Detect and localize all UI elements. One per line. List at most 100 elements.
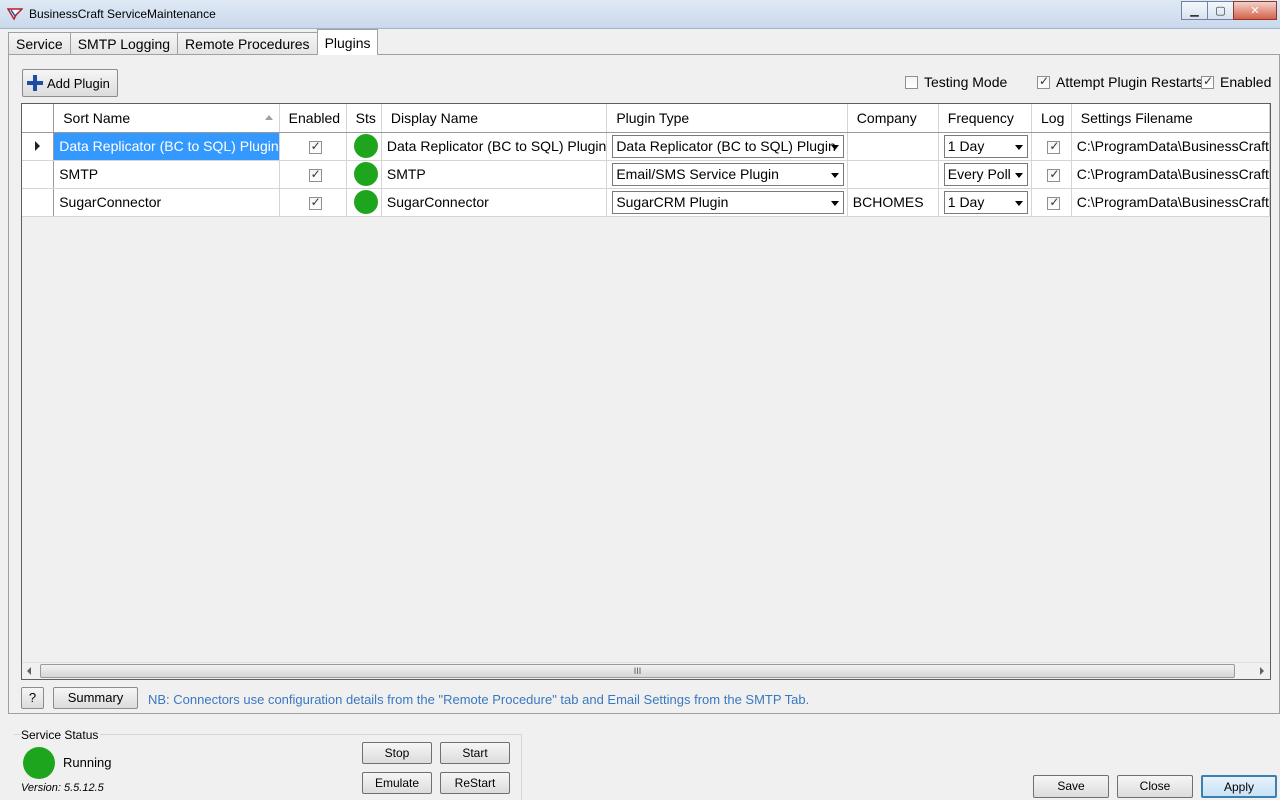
frequency-dropdown[interactable]: 1 Day [943,190,1029,214]
row-log-checkbox[interactable] [1047,139,1061,154]
stop-button[interactable]: Stop [362,742,432,764]
column-header-status[interactable]: Sts [346,104,382,133]
row-header[interactable] [22,132,55,161]
plugin-type-cell[interactable]: Data Replicator (BC to SQL) Plugin [606,132,848,161]
scroll-left-icon[interactable] [27,667,31,675]
frequency-cell[interactable]: 1 Day [938,188,1033,217]
enabled-label: Enabled [1220,74,1272,90]
emulate-button[interactable]: Emulate [362,772,432,794]
dropdown-arrow-icon [1015,172,1024,178]
display-name-cell[interactable]: SMTP [381,160,608,189]
status-indicator-icon [354,134,379,158]
add-plugin-button[interactable]: Add Plugin [22,69,118,97]
row-log-checkbox[interactable] [1047,167,1061,182]
row-log-checkbox[interactable] [1047,195,1061,210]
scrollbar-thumb[interactable]: III [40,664,1235,678]
horizontal-scrollbar[interactable]: III [22,662,1270,679]
plugin-type-cell[interactable]: SugarCRM Plugin [606,188,848,217]
status-cell [346,160,382,189]
minimize-button[interactable]: ▁ [1181,1,1208,20]
save-button[interactable]: Save [1033,775,1109,798]
display-name-cell[interactable]: SugarConnector [381,188,608,217]
enabled-checkbox[interactable] [1201,74,1214,89]
column-header-settings-filename[interactable]: Settings Filename [1071,104,1270,133]
plugin-type-dropdown[interactable]: SugarCRM Plugin [612,190,844,214]
plugins-grid[interactable]: Sort Name Enabled Sts Display Name Plugi… [21,103,1271,680]
frequency-cell[interactable]: Every Poll [938,160,1033,189]
maximize-button[interactable]: ▢ [1207,1,1234,20]
enabled-cell[interactable] [279,132,347,161]
close-window-button[interactable]: ✕ [1233,1,1277,20]
column-header-company[interactable]: Company [847,104,939,133]
maximize-icon: ▢ [1215,5,1226,17]
add-plugin-label: Add Plugin [47,75,110,91]
column-header-plugin-type[interactable]: Plugin Type [606,104,848,133]
settings-filename-cell[interactable]: C:\ProgramData\BusinessCraft [1071,160,1270,189]
tab-service[interactable]: Service [8,32,71,55]
status-cell [346,132,382,161]
sort-name-cell[interactable]: Data Replicator (BC to SQL) Plugin [53,132,280,161]
start-button[interactable]: Start [440,742,510,764]
apply-button[interactable]: Apply [1201,775,1277,798]
row-enabled-checkbox[interactable] [308,167,322,182]
attempt-restarts-checkbox[interactable] [1037,74,1050,89]
dropdown-arrow-icon [1015,144,1024,150]
plugin-type-dropdown[interactable]: Email/SMS Service Plugin [612,162,844,186]
testing-mode-label: Testing Mode [924,74,1008,90]
enabled-cell[interactable] [279,160,347,189]
settings-filename-cell[interactable]: C:\ProgramData\BusinessCraft [1071,188,1270,217]
summary-button[interactable]: Summary [53,687,138,709]
column-header-display-name[interactable]: Display Name [381,104,608,133]
scroll-right-icon[interactable] [1260,667,1264,675]
testing-mode-checkbox[interactable] [905,75,918,89]
frequency-cell[interactable]: 1 Day [938,132,1033,161]
column-header-sort-name[interactable]: Sort Name [53,104,280,133]
tab-remote-procedures[interactable]: Remote Procedures [177,32,318,55]
frequency-dropdown[interactable]: Every Poll [943,162,1029,186]
table-row[interactable]: SugarConnector SugarConnector SugarCRM P… [22,188,1270,217]
plus-icon [27,75,43,91]
table-row[interactable]: Data Replicator (BC to SQL) Plugin Data … [22,132,1270,161]
service-status-indicator-icon [23,747,55,779]
sort-name-cell[interactable]: SMTP [53,160,280,189]
frequency-dropdown[interactable]: 1 Day [943,134,1029,158]
row-header[interactable] [22,188,55,217]
close-button[interactable]: Close [1117,775,1193,798]
row-enabled-checkbox[interactable] [308,139,322,154]
plugin-type-dropdown[interactable]: Data Replicator (BC to SQL) Plugin [612,134,844,158]
window-title: BusinessCraft ServiceMaintenance [29,7,216,21]
tab-strip: Service SMTP Logging Remote Procedures P… [8,29,379,55]
enabled-option[interactable]: Enabled [1201,74,1271,90]
row-enabled-checkbox[interactable] [308,195,322,210]
log-cell[interactable] [1031,132,1072,161]
status-indicator-icon [354,162,379,186]
attempt-restarts-option[interactable]: Attempt Plugin Restarts [1037,74,1203,90]
app-icon [7,8,23,21]
sort-name-cell[interactable]: SugarConnector [53,188,280,217]
column-header-frequency[interactable]: Frequency [938,104,1033,133]
table-row[interactable]: SMTP SMTP Email/SMS Service Plugin Every… [22,160,1270,189]
company-cell[interactable] [847,132,939,161]
grid-body: Sort Name Enabled Sts Display Name Plugi… [22,104,1270,664]
tab-smtp-logging[interactable]: SMTP Logging [69,32,179,55]
help-button[interactable]: ? [21,687,44,709]
restart-button[interactable]: ReStart [440,772,510,794]
display-name-cell[interactable]: Data Replicator (BC to SQL) Plugin [381,132,608,161]
settings-filename-cell[interactable]: C:\ProgramData\BusinessCraft [1071,132,1270,161]
dropdown-arrow-icon [830,172,839,178]
column-header-enabled[interactable]: Enabled [279,104,347,133]
log-cell[interactable] [1031,188,1072,217]
row-header[interactable] [22,160,55,189]
testing-mode-option[interactable]: Testing Mode [905,74,1007,90]
company-cell[interactable]: BCHOMES [847,188,939,217]
minimize-icon: ▁ [1190,5,1199,17]
status-cell [346,188,382,217]
log-cell[interactable] [1031,160,1072,189]
service-status-text: Running [63,755,112,770]
company-cell[interactable] [847,160,939,189]
column-header-log[interactable]: Log [1031,104,1072,133]
tab-plugins[interactable]: Plugins [316,29,379,55]
sort-ascending-icon [264,115,273,120]
plugin-type-cell[interactable]: Email/SMS Service Plugin [606,160,848,189]
enabled-cell[interactable] [279,188,347,217]
